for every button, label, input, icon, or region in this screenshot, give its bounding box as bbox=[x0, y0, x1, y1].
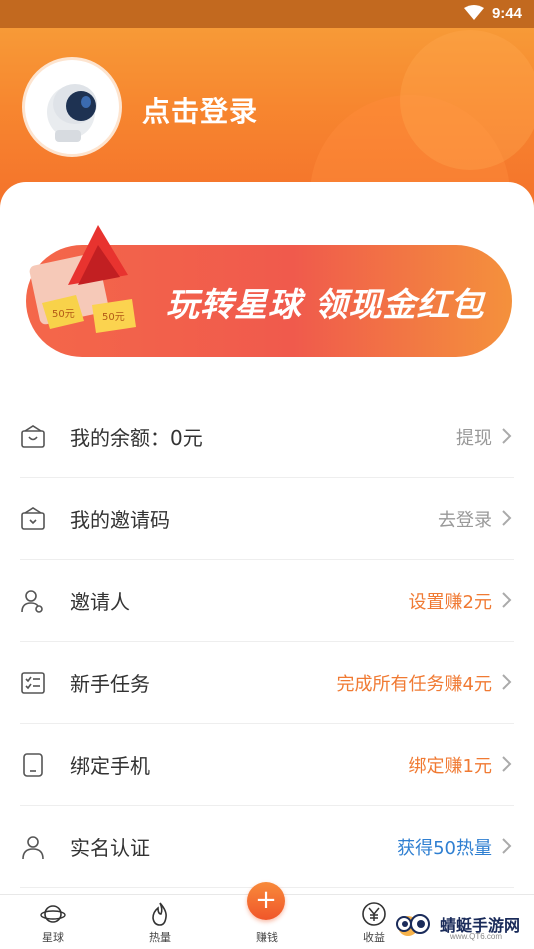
tab-heat[interactable]: 热量 bbox=[115, 895, 205, 949]
menu-item-bind-phone[interactable]: 绑定手机 绑定赚1元 bbox=[20, 724, 514, 806]
planet-icon bbox=[40, 905, 66, 923]
header-decoration bbox=[400, 30, 534, 170]
menu-label: 实名认证 bbox=[70, 836, 150, 860]
checklist-icon bbox=[21, 672, 45, 694]
menu-action[interactable]: 设置赚2元 bbox=[409, 588, 492, 614]
yen-icon bbox=[362, 902, 386, 926]
menu-list: 我的余额：0元 提现 我的邀请码 去登录 邀请人 设置赚2元 新手任务 完成所有… bbox=[0, 396, 534, 888]
watermark: 蜻蜓手游网 www.QT6.com bbox=[388, 900, 534, 949]
chevron-right-icon bbox=[502, 510, 512, 526]
chevron-right-icon bbox=[502, 756, 512, 772]
chevron-right-icon bbox=[502, 428, 512, 444]
menu-item-balance[interactable]: 我的余额：0元 提现 bbox=[20, 396, 514, 478]
envelope-label: 50元 bbox=[52, 309, 75, 320]
earn-plus-button[interactable]: + bbox=[247, 882, 285, 920]
phone-icon bbox=[23, 753, 43, 777]
menu-action[interactable]: 去登录 bbox=[438, 506, 492, 532]
status-time: 9:44 bbox=[491, 5, 522, 22]
chevron-right-icon bbox=[502, 592, 512, 608]
menu-item-newbie-tasks[interactable]: 新手任务 完成所有任务赚4元 bbox=[20, 642, 514, 724]
menu-label: 我的邀请码 bbox=[70, 508, 170, 532]
watermark-url: www.QT6.com bbox=[450, 932, 503, 941]
menu-label: 新手任务 bbox=[70, 672, 150, 696]
wifi-icon bbox=[464, 5, 484, 25]
chevron-right-icon bbox=[502, 674, 512, 690]
menu-action[interactable]: 完成所有任务赚4元 bbox=[337, 670, 492, 696]
menu-label: 绑定手机 bbox=[70, 754, 150, 778]
red-envelope-icon: 50元 50元 bbox=[29, 225, 136, 333]
plus-icon: + bbox=[255, 885, 277, 915]
status-bar: 9:44 bbox=[0, 0, 534, 28]
astronaut-avatar-icon bbox=[47, 84, 97, 142]
menu-item-inviter[interactable]: 邀请人 设置赚2元 bbox=[20, 560, 514, 642]
menu-item-real-name[interactable]: 实名认证 获得50热量 bbox=[20, 806, 514, 888]
wallet-icon bbox=[21, 425, 45, 448]
menu-action[interactable]: 绑定赚1元 bbox=[409, 752, 492, 778]
flame-icon bbox=[152, 902, 167, 926]
banner-title: 玩转星球 领现金红包 bbox=[166, 285, 485, 324]
menu-label: 邀请人 bbox=[70, 590, 130, 614]
dragonfly-logo-icon bbox=[396, 914, 430, 936]
tab-label: 赚钱 bbox=[256, 931, 278, 944]
chevron-right-icon bbox=[502, 838, 512, 854]
menu-item-invite-code[interactable]: 我的邀请码 去登录 bbox=[20, 478, 514, 560]
person-icon bbox=[22, 836, 44, 860]
tab-label: 热量 bbox=[149, 931, 171, 944]
avatar[interactable] bbox=[22, 57, 122, 157]
tab-label: 星球 bbox=[42, 931, 64, 944]
tab-planet[interactable]: 星球 bbox=[8, 895, 98, 949]
envelope-label: 50元 bbox=[102, 312, 125, 323]
login-link[interactable]: 点击登录 bbox=[142, 90, 258, 130]
menu-action[interactable]: 获得50热量 bbox=[397, 834, 492, 860]
menu-action[interactable]: 提现 bbox=[456, 424, 492, 450]
menu-label: 我的余额：0元 bbox=[70, 426, 203, 450]
user-add-icon bbox=[21, 590, 43, 613]
envelope-icon bbox=[21, 507, 45, 530]
